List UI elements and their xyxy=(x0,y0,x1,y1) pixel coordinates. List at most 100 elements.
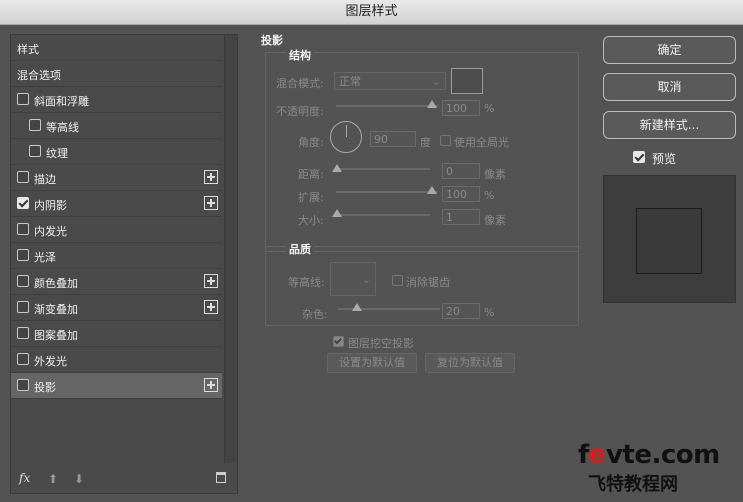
cancel-button[interactable]: 取消 xyxy=(603,73,736,101)
styles-panel: 样式混合选项斜面和浮雕等高线纹理描边内阴影内发光光泽颜色叠加渐变叠加图案叠加外发… xyxy=(10,34,238,494)
antialias-checkbox[interactable] xyxy=(392,275,403,286)
size-label: 大小: xyxy=(298,214,324,227)
ok-button[interactable]: 确定 xyxy=(603,36,736,64)
style-item-checkbox[interactable] xyxy=(17,93,29,105)
distance-input[interactable]: 0 xyxy=(442,163,480,179)
size-slider[interactable] xyxy=(336,214,430,216)
style-item-label: 图案叠加 xyxy=(34,329,78,342)
spread-unit: % xyxy=(484,189,495,202)
style-item-label: 内发光 xyxy=(34,225,67,238)
blend-mode-value: 正常 xyxy=(339,75,361,88)
preview-swatch xyxy=(636,208,702,274)
style-item-label: 等高线 xyxy=(46,121,79,134)
size-input[interactable]: 1 xyxy=(442,209,480,225)
style-item[interactable]: 投影 xyxy=(11,373,222,399)
style-item-checkbox[interactable] xyxy=(17,301,29,313)
distance-label: 距离: xyxy=(298,168,324,181)
add-effect-icon[interactable] xyxy=(204,274,218,288)
opacity-slider-thumb[interactable] xyxy=(427,100,437,108)
style-item-label: 投影 xyxy=(34,381,56,394)
noise-slider-thumb[interactable] xyxy=(352,303,362,311)
arrow-down-icon[interactable]: ⬇ xyxy=(74,472,84,486)
style-item-checkbox[interactable] xyxy=(17,275,29,287)
watermark-domain: fevte.com xyxy=(578,440,720,470)
global-light-checkbox[interactable] xyxy=(440,135,451,146)
layer-knockout-checkbox[interactable] xyxy=(333,336,344,347)
antialias-label: 消除锯齿 xyxy=(406,276,450,289)
opacity-unit: % xyxy=(484,102,495,115)
size-slider-thumb[interactable] xyxy=(332,209,342,217)
style-item-label: 描边 xyxy=(34,173,56,186)
add-effect-icon[interactable] xyxy=(204,196,218,210)
quality-title: 品质 xyxy=(286,241,314,257)
style-item-checkbox[interactable] xyxy=(17,379,29,391)
styles-scrollbar[interactable] xyxy=(224,35,237,463)
contour-picker[interactable]: ⌄ xyxy=(330,262,376,296)
spread-input[interactable]: 100 xyxy=(442,186,480,202)
angle-input[interactable]: 90 xyxy=(370,131,416,147)
style-item-label: 内阴影 xyxy=(34,199,67,212)
style-item-checkbox[interactable] xyxy=(17,249,29,261)
distance-slider[interactable] xyxy=(336,168,430,170)
style-item-checkbox[interactable] xyxy=(17,197,29,209)
style-item-checkbox[interactable] xyxy=(17,223,29,235)
section-title: 投影 xyxy=(261,34,283,47)
distance-slider-thumb[interactable] xyxy=(332,164,342,172)
style-item[interactable]: 斜面和浮雕 xyxy=(11,87,222,113)
style-item[interactable]: 内发光 xyxy=(11,217,222,243)
preview-checkbox[interactable] xyxy=(633,151,645,163)
structure-group: 结构 混合模式: 正常 ⌄ 不透明度: 100 % 角度: 90 度 使用全局光… xyxy=(265,47,579,252)
blend-mode-select[interactable]: 正常 ⌄ xyxy=(334,72,446,90)
style-item[interactable]: 光泽 xyxy=(11,243,222,269)
style-item[interactable]: 描边 xyxy=(11,165,222,191)
style-item[interactable]: 外发光 xyxy=(11,347,222,373)
style-item-checkbox[interactable] xyxy=(29,119,41,131)
noise-label: 杂色: xyxy=(302,308,328,321)
angle-unit: 度 xyxy=(420,136,431,149)
style-item[interactable]: 渐变叠加 xyxy=(11,295,222,321)
style-item-label: 混合选项 xyxy=(17,69,61,82)
style-item-checkbox[interactable] xyxy=(17,353,29,365)
style-item-checkbox[interactable] xyxy=(17,327,29,339)
watermark-site-name: 飞特教程网 xyxy=(588,474,678,495)
preview-label: 预览 xyxy=(652,152,677,166)
style-item[interactable]: 等高线 xyxy=(11,113,222,139)
shadow-color-swatch[interactable] xyxy=(451,68,483,94)
spread-slider[interactable] xyxy=(336,191,438,193)
style-item-label: 纹理 xyxy=(46,147,68,160)
drop-shadow-panel: 投影 结构 混合模式: 正常 ⌄ 不透明度: 100 % 角度: 90 度 使用… xyxy=(255,30,589,490)
style-item[interactable]: 混合选项 xyxy=(11,61,222,87)
opacity-slider[interactable] xyxy=(336,105,438,107)
noise-input[interactable]: 20 xyxy=(442,303,480,319)
fx-icon[interactable]: fx xyxy=(19,471,30,485)
reset-default-button[interactable]: 复位为默认值 xyxy=(425,353,515,373)
style-item-label: 渐变叠加 xyxy=(34,303,78,316)
add-effect-icon[interactable] xyxy=(204,378,218,392)
style-item[interactable]: 内阴影 xyxy=(11,191,222,217)
global-light-label: 使用全局光 xyxy=(454,136,509,149)
style-item-checkbox[interactable] xyxy=(17,171,29,183)
style-item-label: 斜面和浮雕 xyxy=(34,95,89,108)
opacity-label: 不透明度: xyxy=(276,105,324,118)
set-default-button[interactable]: 设置为默认值 xyxy=(327,353,417,373)
noise-unit: % xyxy=(484,306,495,319)
style-item[interactable]: 颜色叠加 xyxy=(11,269,222,295)
angle-dial[interactable] xyxy=(330,121,362,153)
blend-mode-label: 混合模式: xyxy=(276,77,324,90)
arrow-up-icon[interactable]: ⬆ xyxy=(48,472,58,486)
style-item[interactable]: 图案叠加 xyxy=(11,321,222,347)
style-item-label: 光泽 xyxy=(34,251,56,264)
style-item[interactable]: 样式 xyxy=(11,35,222,61)
new-style-button[interactable]: 新建样式... xyxy=(603,111,736,139)
style-item[interactable]: 纹理 xyxy=(11,139,222,165)
size-unit: 像素 xyxy=(484,214,506,227)
trash-icon[interactable] xyxy=(216,472,226,483)
style-item-checkbox[interactable] xyxy=(29,145,41,157)
add-effect-icon[interactable] xyxy=(204,300,218,314)
opacity-input[interactable]: 100 xyxy=(442,100,480,116)
chevron-down-icon: ⌄ xyxy=(431,75,441,88)
style-item-label: 样式 xyxy=(17,43,39,56)
quality-group: 品质 等高线: ⌄ 消除锯齿 杂色: 20 % xyxy=(265,241,579,326)
add-effect-icon[interactable] xyxy=(204,170,218,184)
spread-slider-thumb[interactable] xyxy=(427,186,437,194)
